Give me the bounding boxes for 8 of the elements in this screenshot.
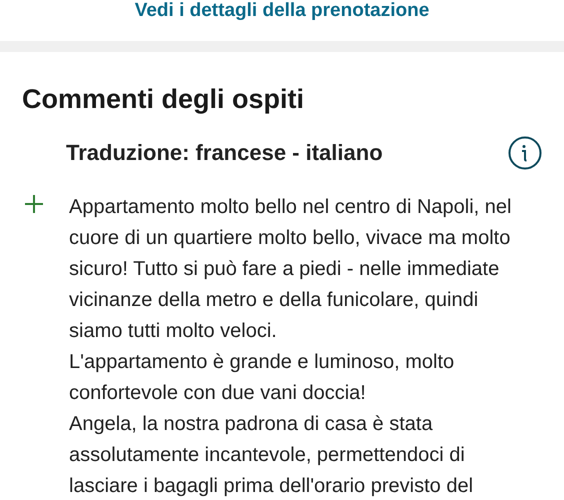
translation-label: Traduzione: francese - italiano	[66, 140, 383, 166]
booking-details-link[interactable]: Vedi i dettagli della prenotazione	[134, 0, 430, 22]
review-text: L'appartamento è grande e luminoso, molto confortevole con due vani doccia!	[69, 350, 456, 406]
review-text: Angela, la nostra padrona di casa è stata assolutamente incantevole, permettendoci di lasciare i bagagli prima dell'orario previsto del	[69, 412, 474, 499]
info-icon[interactable]	[508, 136, 542, 170]
plus-icon[interactable]	[25, 195, 43, 213]
section-title: Commenti degli ospiti	[22, 83, 306, 116]
review-text: Appartamento molto bello nel centro di Napoli, nel cuore di un quartiere molto bello, vivace ma molto sicuro! Tutto si può fare a piedi - nelle immediate vicinanze della metro e della funicolare, quindi siamo tutti molto veloci.	[69, 195, 512, 344]
